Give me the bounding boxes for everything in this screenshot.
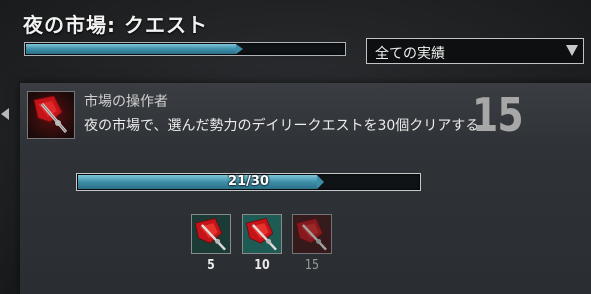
category-progress-bar	[24, 42, 346, 56]
collapse-arrow-icon[interactable]	[1, 108, 9, 120]
tier-reward-15[interactable]: 15	[292, 214, 332, 273]
category-title: 夜の市場: クエスト	[23, 13, 208, 37]
tier-label: 5	[207, 258, 215, 273]
achievement-points: 15	[472, 88, 524, 142]
achievement-filter-dropdown[interactable]: 全ての実績	[366, 38, 584, 64]
tier-icon	[292, 214, 332, 254]
category-progress-fill	[26, 44, 236, 54]
red-axe-emblem-icon	[28, 92, 74, 138]
tier-label: 10	[254, 258, 270, 273]
achievement-title: 市場の操作者	[84, 94, 168, 110]
achievement-description: 夜の市場で、選んだ勢力のデイリークエストを30個クリアする	[84, 118, 480, 134]
red-axe-emblem-icon	[293, 215, 331, 253]
tier-reward-5[interactable]: 5	[191, 214, 231, 273]
achievement-progress-bar: 21/30	[76, 173, 421, 191]
achievement-icon	[27, 91, 75, 139]
tier-reward-10[interactable]: 10	[242, 214, 282, 273]
achievement-progress-label: 21/30	[228, 174, 269, 189]
tier-label: 15	[304, 258, 320, 273]
filter-selected-value: 全ての実績	[375, 46, 445, 62]
category-progress-tip	[236, 44, 243, 54]
achievements-window: 夜の市場: クエスト 全ての実績 市場の操作者 夜の市場で、選んだ勢力のデイリー…	[0, 0, 591, 294]
red-axe-emblem-icon	[243, 215, 281, 253]
chevron-down-icon[interactable]	[566, 45, 578, 56]
tier-icon	[242, 214, 282, 254]
red-axe-emblem-icon	[192, 215, 230, 253]
tier-icon	[191, 214, 231, 254]
